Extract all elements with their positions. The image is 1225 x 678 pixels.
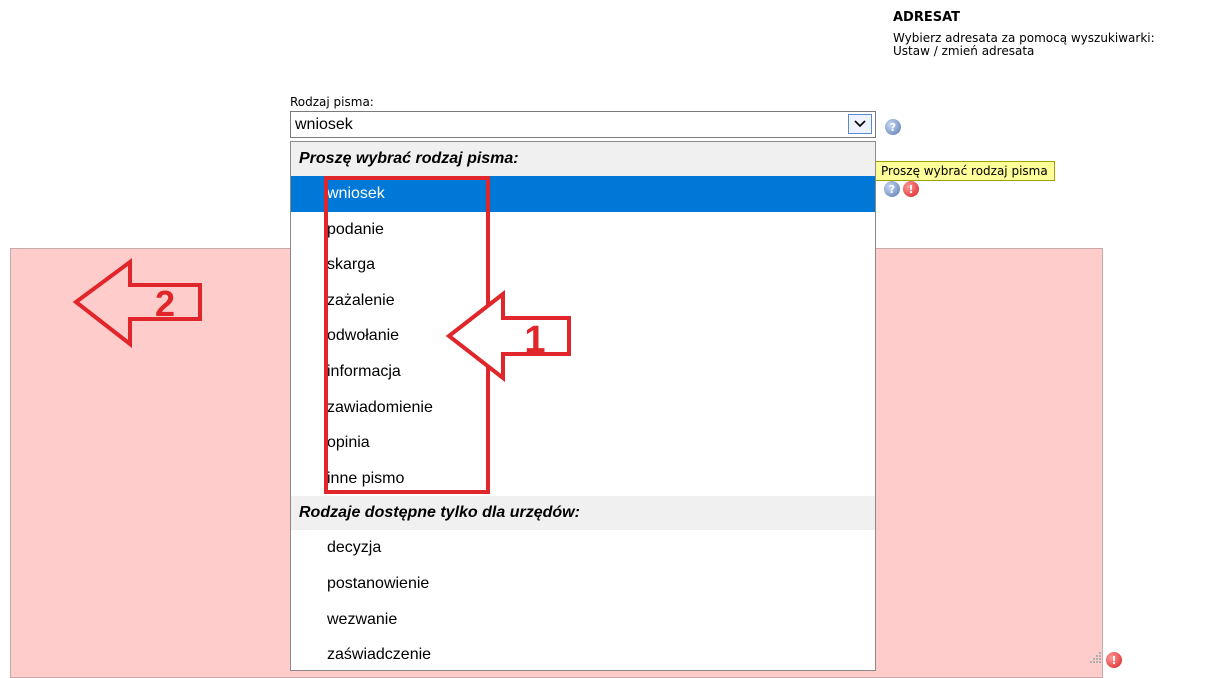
option-postanowienie[interactable]: postanowienie — [291, 566, 875, 602]
set-adresat-link[interactable]: Ustaw / zmień adresata — [893, 45, 1225, 58]
resize-grip-icon[interactable] — [1090, 652, 1102, 664]
group-header-general: Proszę wybrać rodzaj pisma: — [291, 142, 875, 176]
group-header-offices: Rodzaje dostępne tylko dla urzędów: — [291, 496, 875, 531]
option-decyzja[interactable]: decyzja — [291, 530, 875, 566]
adresat-help: Wybierz adresata za pomocą wyszukiwarki:… — [893, 32, 1225, 58]
annotation-arrow-1-label: 1 — [524, 319, 545, 361]
adresat-title: ADRESAT — [893, 10, 961, 25]
annotation-arrow-1: 1 — [445, 289, 571, 383]
error-icon: ! — [903, 181, 919, 197]
letter-type-label: Rodzaj pisma: — [290, 95, 374, 109]
annotation-arrow-2-label: 2 — [155, 283, 175, 324]
chevron-down-icon[interactable] — [848, 114, 872, 134]
letter-type-value: wniosek — [295, 116, 353, 133]
option-wezwanie[interactable]: wezwanie — [291, 602, 875, 638]
help-icon[interactable]: ? — [884, 181, 900, 197]
annotation-arrow-2: 2 — [72, 258, 202, 349]
help-icon[interactable]: ? — [885, 119, 901, 135]
letter-type-select[interactable]: wniosek — [290, 111, 876, 138]
validation-tooltip: Proszę wybrać rodzaj pisma — [874, 161, 1055, 181]
